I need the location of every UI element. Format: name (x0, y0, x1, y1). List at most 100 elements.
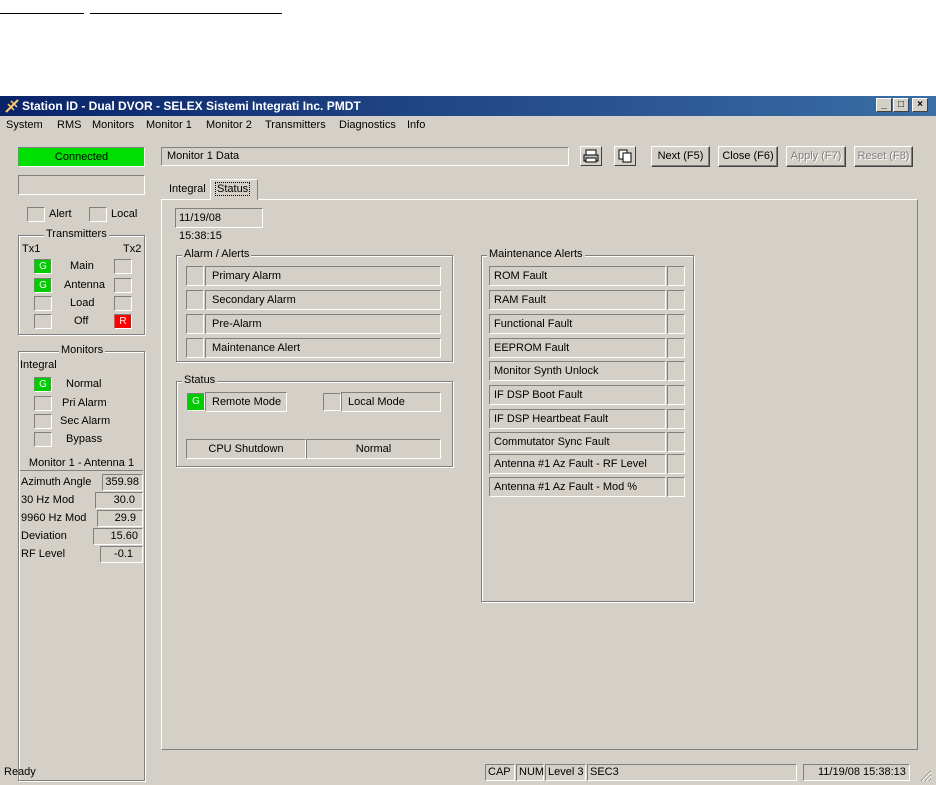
integral-label: Integral (20, 359, 57, 371)
tx2-load-indicator (114, 296, 132, 311)
rom-fault-indicator (667, 266, 685, 286)
normal-label: Normal (66, 378, 102, 390)
load-label: Load (70, 297, 95, 309)
param-name-9960hz: 9960 Hz Mod (21, 512, 87, 524)
connection-status: Connected (18, 147, 145, 167)
tab-status[interactable]: Status (210, 179, 258, 200)
maintenance-alert-label: Maintenance Alert (205, 338, 441, 358)
next-button[interactable]: Next (F5) (651, 146, 710, 167)
eeprom-fault-indicator (667, 338, 685, 358)
commutator-sync-fault-indicator (667, 432, 685, 452)
monitors-title: Monitors (59, 344, 106, 356)
bypass-label: Bypass (66, 433, 103, 445)
if-dsp-heartbeat-fault-label: IF DSP Heartbeat Fault (489, 409, 666, 429)
menu-bar: System RMS Monitors Monitor 1 Monitor 2 … (0, 116, 936, 134)
header-rule-right (90, 13, 282, 14)
pre-alarm-label: Pre-Alarm (205, 314, 441, 334)
status-ready: Ready (4, 766, 36, 778)
menu-monitor-1[interactable]: Monitor 1 (146, 119, 192, 131)
param-name-azimuth: Azimuth Angle (21, 476, 92, 488)
antenna-mod-fault-label: Antenna #1 Az Fault - Mod % (489, 477, 666, 497)
menu-rms[interactable]: RMS (57, 119, 81, 131)
param-value-9960hz: 29.9 (97, 510, 143, 527)
close-button[interactable]: Close (F6) (718, 146, 778, 167)
reset-button[interactable]: Reset (F8) (854, 146, 913, 167)
menu-monitors[interactable]: Monitors (92, 119, 134, 131)
param-value-rf-level: -0.1 (100, 546, 143, 563)
param-value-30hz: 30.0 (95, 492, 143, 509)
off-label: Off (74, 315, 89, 327)
pre-alarm-indicator (186, 314, 204, 334)
status-datetime: 11/19/08 15:38:13 (803, 764, 910, 781)
param-name-30hz: 30 Hz Mod (21, 494, 75, 506)
menu-system[interactable]: System (6, 119, 43, 131)
functional-fault-indicator (667, 314, 685, 334)
bypass-indicator (34, 432, 52, 447)
param-name-rf-level: RF Level (21, 548, 66, 560)
remote-mode-indicator: G (187, 393, 205, 411)
main-label: Main (70, 260, 94, 272)
secondary-alarm-indicator (186, 290, 204, 310)
local-indicator (89, 207, 107, 222)
remote-mode-field: Remote Mode (205, 392, 287, 412)
tx2-antenna-indicator (114, 278, 132, 293)
copy-button[interactable] (614, 146, 636, 166)
pri-alarm-indicator (34, 396, 52, 411)
local-label: Local (111, 208, 138, 220)
menu-monitor-2[interactable]: Monitor 2 (206, 119, 252, 131)
close-window-button[interactable]: × (912, 98, 928, 112)
commutator-sync-fault-label: Commutator Sync Fault (489, 432, 666, 452)
monitor-synth-unlock-label: Monitor Synth Unlock (489, 361, 666, 381)
status-sec: SEC3 (587, 764, 797, 781)
status-level: Level 3 (545, 764, 586, 781)
local-mode-field: Local Mode (341, 392, 441, 412)
printer-icon (583, 149, 599, 163)
copy-icon (618, 149, 632, 163)
param-name-deviation: Deviation (21, 530, 67, 542)
if-dsp-heartbeat-fault-indicator (667, 409, 685, 429)
tx2-main-indicator (114, 259, 132, 274)
application-window: Station ID - Dual DVOR - SELEX Sistemi I… (0, 96, 936, 785)
maximize-button[interactable]: □ (893, 98, 909, 112)
apply-button[interactable]: Apply (F7) (786, 146, 846, 167)
cpu-shutdown-label: CPU Shutdown (186, 439, 306, 459)
cpu-shutdown-value: Normal (306, 439, 441, 459)
secondary-alarm-label: Secondary Alarm (205, 290, 441, 310)
param-value-azimuth: 359.98 (102, 474, 143, 491)
alert-label: Alert (49, 208, 72, 220)
tx1-main-indicator: G (34, 259, 52, 274)
param-value-deviation: 15.60 (93, 528, 143, 545)
antenna-rf-level-fault-indicator (667, 454, 685, 474)
menu-info[interactable]: Info (407, 119, 425, 131)
primary-alarm-label: Primary Alarm (205, 266, 441, 286)
header-rule-left (0, 13, 84, 14)
monitor-synth-unlock-indicator (667, 361, 685, 381)
transmitters-title: Transmitters (44, 228, 109, 240)
tx2-label: Tx2 (123, 243, 142, 255)
alarm-alerts-title: Alarm / Alerts (182, 248, 252, 260)
sec-alarm-label: Sec Alarm (60, 415, 111, 427)
if-dsp-boot-fault-indicator (667, 385, 685, 405)
antenna-rf-level-fault-label: Antenna #1 Az Fault - RF Level (489, 454, 666, 474)
rom-fault-label: ROM Fault (489, 266, 666, 286)
panel-title-field: Monitor 1 Data (161, 147, 569, 166)
antenna-app-icon (5, 99, 19, 113)
menu-transmitters[interactable]: Transmitters (265, 119, 326, 131)
status-cap: CAP (485, 764, 515, 781)
status-num: NUM (516, 764, 544, 781)
alert-indicator (27, 207, 45, 222)
resize-grip-icon[interactable] (918, 768, 932, 782)
print-button[interactable] (580, 146, 602, 166)
ram-fault-indicator (667, 290, 685, 310)
maintenance-alert-indicator (186, 338, 204, 358)
tx1-load-indicator (34, 296, 52, 311)
antenna-header: Monitor 1 - Antenna 1 (20, 455, 143, 471)
menu-diagnostics[interactable]: Diagnostics (339, 119, 396, 131)
antenna-label: Antenna (64, 279, 105, 291)
functional-fault-label: Functional Fault (489, 314, 666, 334)
tab-integral[interactable]: Integral (166, 181, 208, 199)
tx1-antenna-indicator: G (34, 278, 52, 293)
maintenance-alerts-title: Maintenance Alerts (487, 248, 585, 260)
minimize-button[interactable]: _ (876, 98, 892, 112)
primary-alarm-indicator (186, 266, 204, 286)
